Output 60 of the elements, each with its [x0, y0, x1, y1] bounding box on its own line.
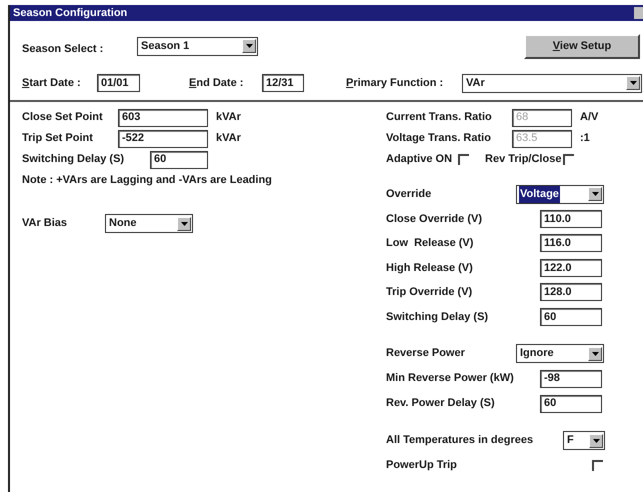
caret-icon	[592, 438, 600, 442]
input-field[interactable]: 01/01	[97, 74, 140, 92]
caret-icon	[630, 81, 636, 85]
field-label: Primary Function :	[346, 76, 444, 91]
dropdown[interactable]: Season 1	[137, 36, 258, 56]
unit-label: kVAr	[216, 110, 241, 126]
field-label: Reverse Power	[386, 346, 466, 362]
input-field[interactable]: 60	[150, 150, 208, 168]
input-field[interactable]: 12/31	[262, 74, 304, 92]
field-label: Close Set Point	[22, 110, 104, 126]
field-label: Voltage Trans. Ratio	[386, 131, 492, 146]
field-label: Current Trans. Ratio	[386, 110, 493, 126]
dropdown-value: Ignore	[519, 346, 555, 362]
note-text: Note : +VArs are Lagging and -VArs are Leading	[22, 173, 272, 188]
view-setup-button[interactable]: View Setup	[524, 34, 640, 58]
caret-icon	[246, 44, 252, 48]
dropdown[interactable]: Voltage	[516, 184, 604, 204]
field-label: Start Date :	[22, 76, 82, 91]
input-field[interactable]: 116.0	[540, 234, 602, 252]
input-field[interactable]: 603	[118, 108, 208, 126]
input-field[interactable]: 60	[540, 308, 602, 326]
field-label: Low Release (V)	[386, 236, 474, 251]
dropdown-value: Voltage	[519, 186, 560, 202]
window-title: Season Configuration	[12, 6, 128, 21]
input-field[interactable]: 60	[540, 394, 602, 412]
dropdown[interactable]: VAr	[462, 74, 642, 92]
field-label: Close Override (V)	[386, 212, 483, 226]
field-label: Adaptive ON	[386, 152, 452, 168]
caret-icon	[592, 352, 598, 356]
field-label: Switching Delay (S)	[22, 152, 126, 168]
input-field[interactable]: -98	[540, 370, 602, 388]
dropdown-value: Season 1	[140, 38, 190, 54]
unit-label: :1	[580, 131, 590, 146]
caret-icon	[592, 192, 598, 196]
field-label: VAr Bias	[22, 216, 68, 232]
field-label: Season Select :	[22, 42, 104, 57]
field-label: End Date :	[189, 76, 244, 91]
field-label: All Temperatures in degrees	[386, 433, 534, 448]
dropdown-value: F	[566, 433, 575, 448]
dropdown[interactable]: Ignore	[516, 344, 604, 363]
field-label: Rev Trip/Close	[485, 152, 562, 168]
field-label: High Release (V)	[386, 260, 474, 276]
unit-label: A/V	[580, 110, 598, 126]
dropdown-value: None	[108, 216, 138, 232]
unit-label: kVAr	[216, 131, 241, 146]
input-field[interactable]: 110.0	[540, 210, 602, 228]
field-label: Trip Override (V)	[386, 285, 474, 300]
input-field[interactable]: 128.0	[540, 283, 602, 302]
dropdown[interactable]: F	[563, 431, 605, 450]
input-field[interactable]: -522	[118, 130, 208, 148]
field-label: Min Reverse Power (kW)	[386, 371, 515, 386]
caret-icon	[180, 222, 188, 226]
field-label: Trip Set Point	[22, 131, 94, 146]
dropdown[interactable]: None	[105, 214, 193, 233]
field-label: Override	[386, 187, 432, 202]
field-label: PowerUp Trip	[386, 458, 458, 474]
field-label: Switching Delay (S)	[386, 310, 490, 324]
field-label: Rev. Power Delay (S)	[386, 396, 496, 412]
dropdown-value: VAr	[465, 76, 486, 91]
input-field[interactable]: 122.0	[540, 258, 602, 277]
